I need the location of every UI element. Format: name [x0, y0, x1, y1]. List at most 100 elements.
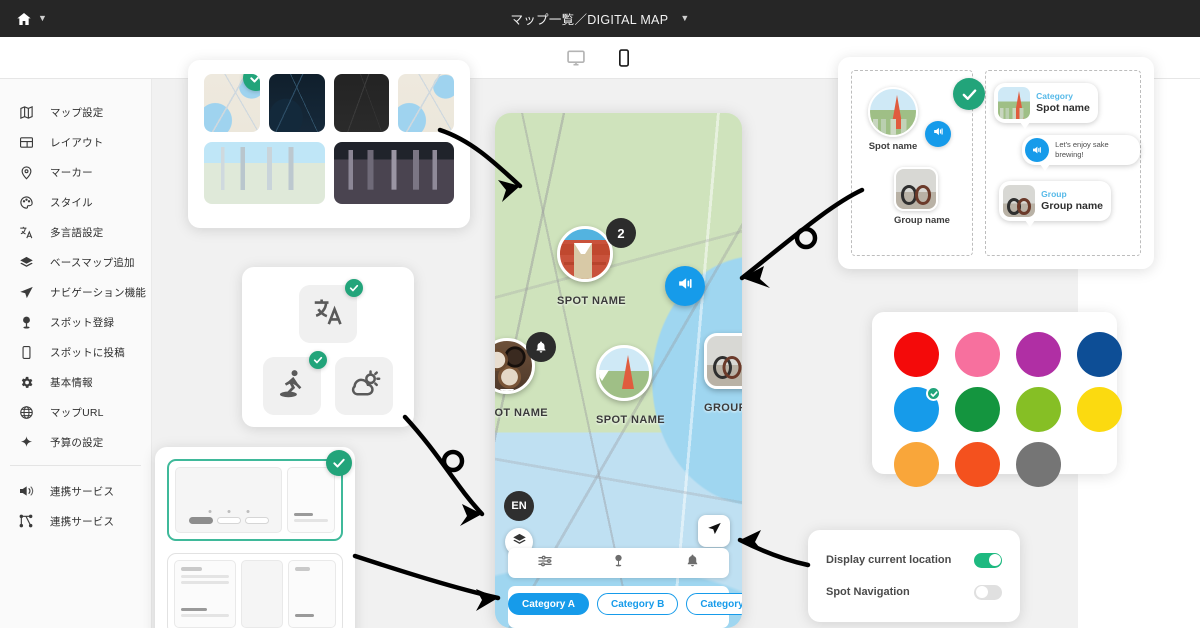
category-chip[interactable]: Category A: [508, 593, 589, 615]
color-swatch[interactable]: [1077, 332, 1122, 377]
basemap-thumb-map-light-2[interactable]: [398, 74, 454, 132]
layout-option-1[interactable]: [167, 450, 352, 541]
feature-row-top: [260, 279, 396, 343]
basemap-thumb-city-3d-dark[interactable]: [333, 142, 454, 204]
sidebar-item-map-settings[interactable]: マップ設定: [0, 97, 151, 127]
marker-pin-icon: [16, 165, 36, 180]
sidebar-item-label: 多言語設定: [50, 226, 104, 239]
spot-avatar: [868, 87, 918, 137]
desktop-view-icon[interactable]: [566, 48, 586, 68]
sidebar-item-spot-register[interactable]: スポット登録: [0, 307, 151, 337]
color-swatch[interactable]: [894, 332, 939, 377]
basemap-thumb-city-3d-light[interactable]: [204, 142, 325, 204]
spot-style-simple[interactable]: Spot name Group name: [851, 70, 986, 256]
color-swatch[interactable]: [894, 386, 941, 432]
layers-icon: [16, 255, 36, 270]
sidebar-item-add-basemap[interactable]: ベースマップ追加: [0, 247, 151, 277]
layout-icon: [16, 135, 36, 150]
color-swatch[interactable]: [894, 442, 939, 487]
group-name-label: Group name: [894, 215, 950, 226]
filter-icon[interactable]: [537, 553, 553, 574]
ar-walk-icon: [276, 369, 309, 404]
sidebar-item-style[interactable]: スタイル: [0, 187, 151, 217]
sidebar-item-label: スポットに投稿: [50, 346, 125, 359]
spot-pin-icon[interactable]: [611, 553, 626, 573]
map-icon: [16, 105, 36, 120]
spot-audio-button[interactable]: [925, 121, 951, 147]
color-swatch[interactable]: [1016, 387, 1061, 432]
feature-tile-ar-walk[interactable]: [263, 351, 327, 415]
share-nodes-icon: [16, 513, 36, 529]
audio-speaker-icon: [676, 274, 695, 298]
navigation-toggles-panel: Display current location Spot Navigation: [808, 530, 1020, 622]
bell-icon[interactable]: [685, 553, 700, 573]
check-icon: [242, 74, 260, 91]
toggle-label: Display current location: [826, 554, 952, 566]
color-swatch[interactable]: [955, 387, 1000, 432]
sidebar-item-label: スタイル: [50, 196, 93, 209]
sidebar-item-label: ナビゲーション機能: [50, 286, 147, 299]
layout-options-panel: [155, 447, 355, 628]
mobile-view-icon[interactable]: [614, 48, 634, 68]
translate-icon: [16, 225, 36, 240]
spot-navigation-toggle[interactable]: [974, 584, 1002, 600]
sidebar-item-basic-info[interactable]: 基本情報: [0, 367, 151, 397]
sidebar-item-label: マーカー: [50, 166, 93, 179]
sidebar-item-budget-settings[interactable]: 予算の設定: [0, 427, 151, 457]
palette-icon: [16, 195, 36, 210]
color-swatch[interactable]: [1016, 332, 1061, 377]
basemap-thumb-map-light[interactable]: [204, 74, 260, 132]
spot-style-bubble[interactable]: Category Spot name Let's enjoy sake brew…: [985, 70, 1141, 256]
phone-map-preview: 2 SPOT NAME SPOT NAME SPOT NAME GROUP NA…: [495, 113, 742, 628]
sidebar-item-map-url[interactable]: マップURL: [0, 397, 151, 427]
layout-preview-dots: [208, 510, 249, 513]
sidebar-item-spot-post[interactable]: スポットに投稿: [0, 337, 151, 367]
basemap-thumb-map-dark[interactable]: [268, 74, 325, 132]
sidebar-item-marker[interactable]: マーカー: [0, 157, 151, 187]
spot-category-label: Category: [1036, 91, 1074, 102]
audio-speaker-icon: [932, 125, 945, 143]
locate-me-button[interactable]: [698, 515, 730, 547]
sidebar-item-linked-services-2[interactable]: 連携サービス: [0, 506, 151, 536]
layout-preview-lines: [294, 513, 328, 525]
toggle-row-display-current-location: Display current location: [826, 544, 1002, 576]
marker-label: SPOT NAME: [596, 414, 665, 426]
sidebar-item-label: ベースマップ追加: [50, 256, 135, 269]
check-icon: [926, 386, 941, 401]
group-bubble-card: Group Group name: [999, 181, 1112, 227]
marker-label: GROUP NAME: [704, 402, 742, 414]
color-swatch[interactable]: [955, 442, 1000, 487]
color-swatch[interactable]: [1077, 387, 1122, 432]
sidebar-item-label: 連携サービス: [50, 515, 115, 528]
map-marker-spot-1[interactable]: 2 SPOT NAME: [557, 218, 636, 307]
display-current-location-toggle[interactable]: [974, 552, 1002, 568]
feature-tile-weather[interactable]: [335, 357, 393, 415]
basemap-thumb-map-black[interactable]: [333, 74, 390, 132]
map-marker-group-1[interactable]: GROUP NAME: [704, 333, 742, 414]
category-chip[interactable]: Category C: [686, 593, 742, 615]
layout-option-2[interactable]: [167, 553, 343, 628]
feature-tile-translate[interactable]: [299, 279, 363, 343]
sidebar-item-multilingual[interactable]: 多言語設定: [0, 217, 151, 247]
layout-preview-side: [287, 467, 335, 533]
color-swatch[interactable]: [955, 332, 1000, 377]
feature-row-bottom: [260, 351, 396, 415]
sidebar-item-label: レイアウト: [50, 136, 104, 149]
check-icon: [326, 450, 352, 476]
sidebar-item-linked-services-1[interactable]: 連携サービス: [0, 476, 151, 506]
sidebar-item-navigation[interactable]: ナビゲーション機能: [0, 277, 151, 307]
audio-speaker-icon: [1025, 138, 1050, 162]
sidebar-item-label: 連携サービス: [50, 485, 115, 498]
map-marker-spot-3[interactable]: SPOT NAME: [596, 345, 665, 426]
color-swatch[interactable]: [1016, 442, 1061, 487]
map-title-dropdown[interactable]: マップ一覧／DIGITAL MAP ▼: [0, 9, 1200, 28]
audio-speaker-button[interactable]: [665, 266, 705, 306]
mobile-icon: [16, 345, 36, 360]
toggle-row-spot-navigation: Spot Navigation: [826, 576, 1002, 608]
top-bar: ▼ マップ一覧／DIGITAL MAP ▼: [0, 0, 1200, 37]
sidebar-item-layout[interactable]: レイアウト: [0, 127, 151, 157]
category-chip[interactable]: Category B: [596, 593, 679, 615]
language-button[interactable]: EN: [504, 491, 534, 521]
spot-audio-text: Let's enjoy sake brewing!: [1055, 140, 1109, 159]
map-marker-spot-2[interactable]: SPOT NAME: [495, 332, 556, 419]
